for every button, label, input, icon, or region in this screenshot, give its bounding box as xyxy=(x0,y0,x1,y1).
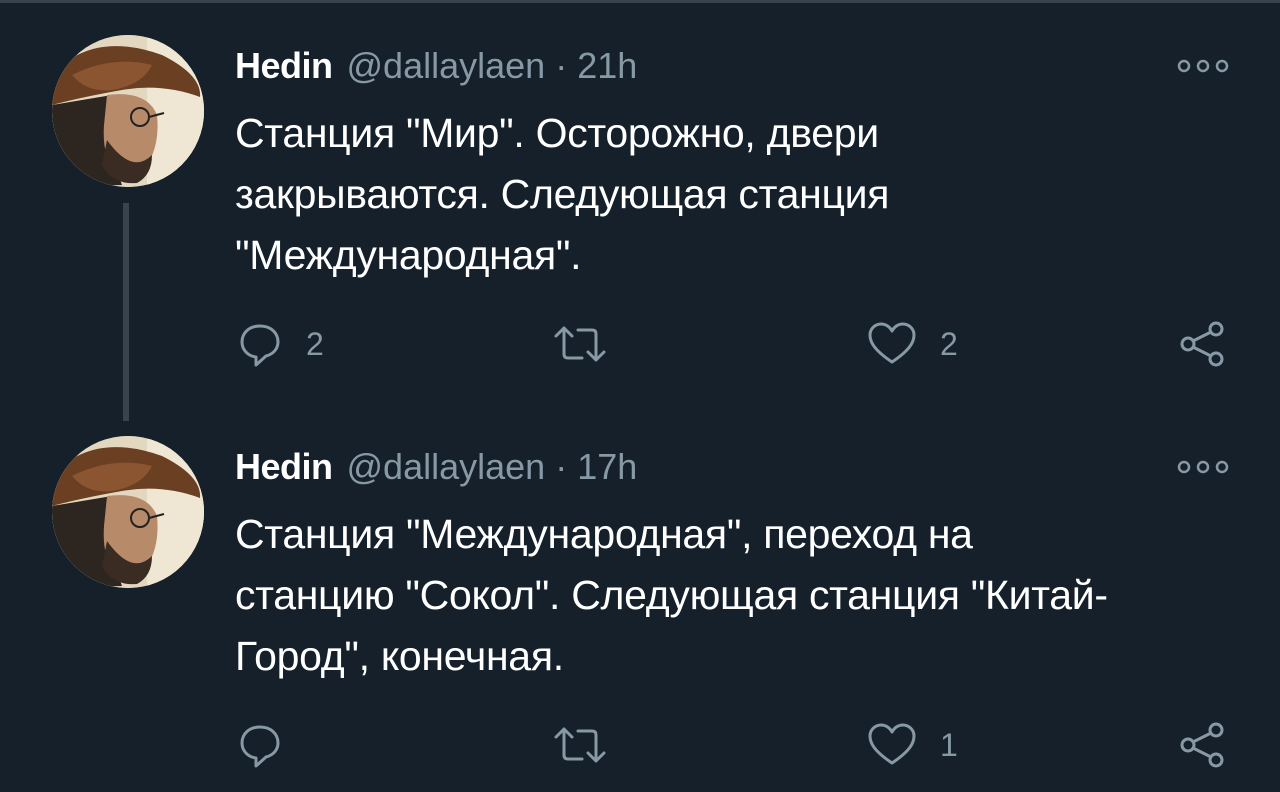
author-handle[interactable]: @dallaylaen xyxy=(347,45,546,87)
header-separator: · xyxy=(555,45,568,86)
like-count: 1 xyxy=(940,726,958,763)
heart-icon xyxy=(868,723,916,765)
tweet-header: Hedin @dallaylaen · 17h xyxy=(235,446,637,488)
tweet-timestamp[interactable]: 21h xyxy=(577,45,637,87)
more-options-button[interactable] xyxy=(1175,457,1231,477)
author-name[interactable]: Hedin xyxy=(235,45,333,87)
tweet-actions: 1 xyxy=(0,721,1280,769)
share-button[interactable] xyxy=(1178,320,1228,368)
tweet-text: Станция "Мир". Осторожно, двери закрываю… xyxy=(235,110,890,278)
more-options-button[interactable] xyxy=(1175,56,1231,76)
reply-count: 2 xyxy=(306,325,324,362)
tweet-1[interactable]: Hedin @dallaylaen · 21h Станция "Мир". О… xyxy=(0,0,1280,421)
retweet-icon xyxy=(554,727,606,763)
thread-connector xyxy=(123,203,129,421)
reply-button[interactable]: 2 xyxy=(236,320,324,368)
more-options-icon xyxy=(1177,59,1229,73)
tweet-actions: 2 2 xyxy=(0,320,1280,368)
avatar[interactable] xyxy=(52,436,204,588)
tweet-text: Станция "Международная", переход на стан… xyxy=(235,511,1108,679)
tweet-2[interactable]: Hedin @dallaylaen · 17h Станция "Междуна… xyxy=(0,420,1280,792)
reply-button[interactable] xyxy=(236,721,306,769)
avatar-image xyxy=(52,35,204,187)
retweet-button[interactable] xyxy=(552,320,630,368)
share-button[interactable] xyxy=(1178,721,1228,769)
like-button[interactable]: 1 xyxy=(866,721,958,769)
author-handle[interactable]: @dallaylaen xyxy=(347,446,546,488)
reply-icon xyxy=(240,324,280,367)
reply-icon xyxy=(240,725,280,768)
retweet-icon xyxy=(554,326,606,362)
heart-icon xyxy=(868,322,916,364)
author-name[interactable]: Hedin xyxy=(235,446,333,488)
avatar[interactable] xyxy=(52,35,204,187)
tweet-timestamp[interactable]: 17h xyxy=(577,446,637,488)
header-separator: · xyxy=(555,446,568,487)
share-icon xyxy=(1180,321,1224,367)
like-button[interactable]: 2 xyxy=(866,320,958,368)
like-count: 2 xyxy=(940,325,958,362)
tweet-header: Hedin @dallaylaen · 21h xyxy=(235,45,637,87)
avatar-image xyxy=(52,436,204,588)
more-options-icon xyxy=(1177,460,1229,474)
retweet-button[interactable] xyxy=(552,721,630,769)
share-icon xyxy=(1180,722,1224,768)
